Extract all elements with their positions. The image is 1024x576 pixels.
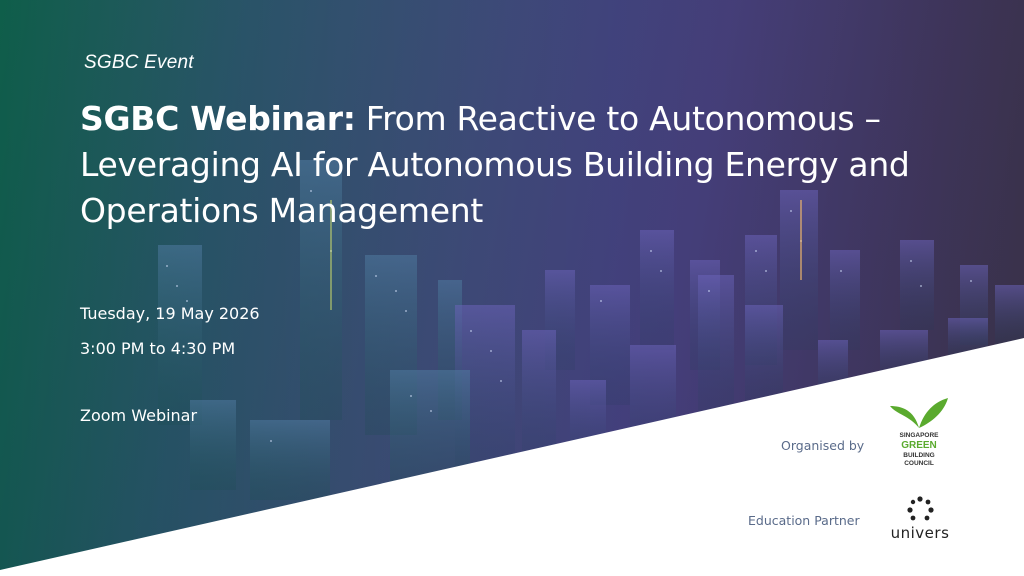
education-partner-label: Education Partner xyxy=(748,513,860,528)
leaf-icon xyxy=(890,398,948,428)
diagonal-white-panel xyxy=(0,338,1024,576)
univers-logo: univers xyxy=(882,496,958,546)
sgbc-logo: SINGAPORE GREEN BUILDING COUNCIL xyxy=(886,396,952,474)
event-title: SGBC Webinar: From Reactive to Autonomou… xyxy=(80,96,1000,234)
organised-by-label: Organised by xyxy=(781,438,865,453)
sgbc-logo-line1: SINGAPORE xyxy=(899,432,939,439)
univers-wordmark: univers xyxy=(890,524,950,542)
event-title-bold: SGBC Webinar: xyxy=(80,99,356,138)
event-banner: SGBC Event SGBC Webinar: From Reactive t… xyxy=(0,0,1024,576)
univers-dots-icon xyxy=(907,496,934,521)
event-date: Tuesday, 19 May 2026 xyxy=(80,304,260,323)
event-time: 3:00 PM to 4:30 PM xyxy=(80,339,236,358)
sgbc-logo-line2: GREEN xyxy=(901,440,937,451)
sgbc-logo-line3: BUILDING xyxy=(903,452,935,459)
sgbc-logo-line4: COUNCIL xyxy=(904,460,934,467)
event-tag: SGBC Event xyxy=(84,52,194,73)
event-venue: Zoom Webinar xyxy=(80,406,198,425)
